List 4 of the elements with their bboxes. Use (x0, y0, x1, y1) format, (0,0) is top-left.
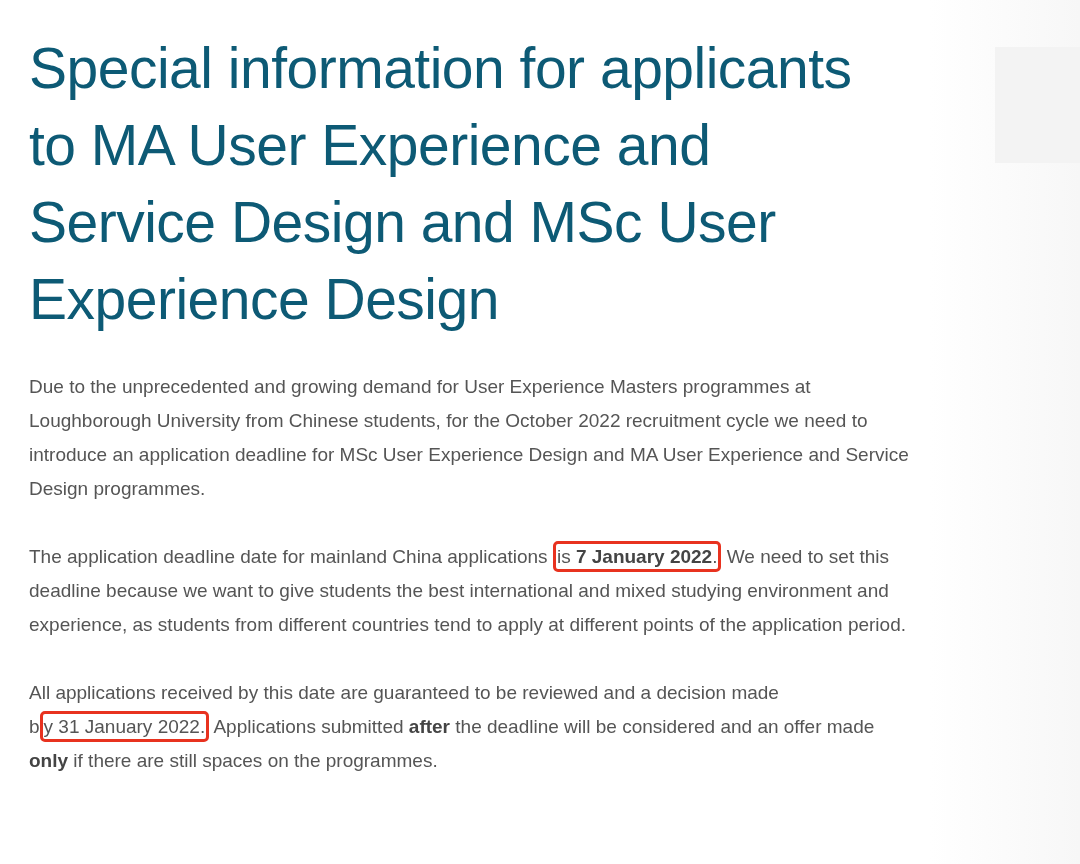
page-heading: Special information for applicants to MA User Experience and Service Design and MSc User Experience Design (29, 35, 853, 333)
body-paragraph: The application deadline date for mainland China applications is 7 January 2022. We need to set this deadline because we want to give students the best international and mixed studying environment and experience, as students from different countries tend to apply at different points of the application period. (29, 538, 914, 644)
body-paragraph: Due to the unprecedented and growing demand for User Experience Masters programmes at Loughborough University from Chinese students, for the October 2022 recruitment cycle we need to introduce an application deadline for MSc User Experience Design and MA User Experience and Service Design programmes. (29, 375, 910, 501)
body-paragraph: All applications received by this date are guaranteed to be reviewed and a decision made b y 31 January 2022. Applications submitted after the deadline will be considered and an offer made only if there are still spaces on the programmes. (29, 681, 876, 773)
